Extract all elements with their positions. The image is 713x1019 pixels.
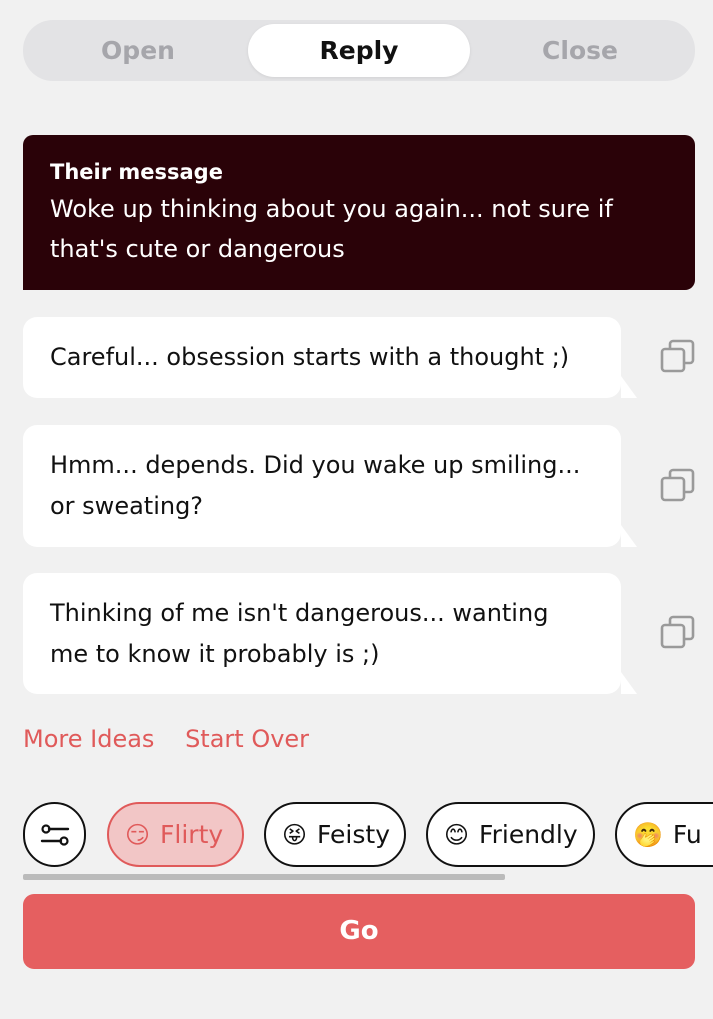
reply-text: Hmm... depends. Did you wake up smiling.…: [50, 451, 581, 520]
reply-text: Careful... obsession starts with a thoug…: [50, 343, 570, 371]
tone-chip-flirty[interactable]: 😏 Flirty: [107, 802, 244, 867]
copy-icon[interactable]: [660, 615, 696, 651]
reply-text: Thinking of me isn't dangerous... wantin…: [50, 598, 549, 668]
giggle-emoji-icon: 🤭: [633, 820, 663, 849]
copy-icon[interactable]: [660, 339, 696, 375]
tab-open[interactable]: Open: [27, 24, 249, 77]
reply-suggestion[interactable]: Careful... obsession starts with a thoug…: [23, 317, 637, 398]
mode-tabs: Open Reply Close: [23, 20, 695, 81]
reply-suggestion[interactable]: Thinking of me isn't dangerous... wantin…: [23, 573, 637, 694]
filter-button[interactable]: [23, 802, 86, 867]
tone-label: Friendly: [479, 820, 578, 849]
action-links: More Ideas Start Over: [23, 725, 332, 753]
tone-label: Feisty: [317, 820, 390, 849]
tab-close[interactable]: Close: [469, 24, 691, 77]
tab-reply[interactable]: Reply: [248, 24, 470, 77]
tone-chip-row: 😏 Flirty 😝 Feisty 😊 Friendly 🤭 Fu: [23, 802, 713, 868]
chip-scrollbar[interactable]: [23, 874, 505, 880]
tone-label: Flirty: [160, 820, 224, 849]
tone-chip-friendly[interactable]: 😊 Friendly: [426, 802, 595, 867]
their-message-label: Their message: [50, 160, 223, 184]
start-over-link[interactable]: Start Over: [185, 725, 309, 753]
reply-suggestion[interactable]: Hmm... depends. Did you wake up smiling.…: [23, 425, 637, 547]
sliders-icon: [40, 823, 69, 846]
their-message-text: Woke up thinking about you again... not …: [50, 195, 613, 263]
copy-icon[interactable]: [660, 468, 696, 504]
tone-chip-feisty[interactable]: 😝 Feisty: [264, 802, 406, 867]
tone-chip-funny[interactable]: 🤭 Fu: [615, 802, 713, 867]
tongue-emoji-icon: 😝: [282, 820, 308, 849]
more-ideas-link[interactable]: More Ideas: [23, 725, 154, 753]
go-button[interactable]: Go: [23, 894, 695, 969]
smile-emoji-icon: 😊: [444, 820, 470, 849]
smirk-emoji-icon: 😏: [125, 820, 151, 849]
tone-label: Fu: [672, 820, 702, 849]
their-message-card: Their message Woke up thinking about you…: [23, 135, 695, 290]
